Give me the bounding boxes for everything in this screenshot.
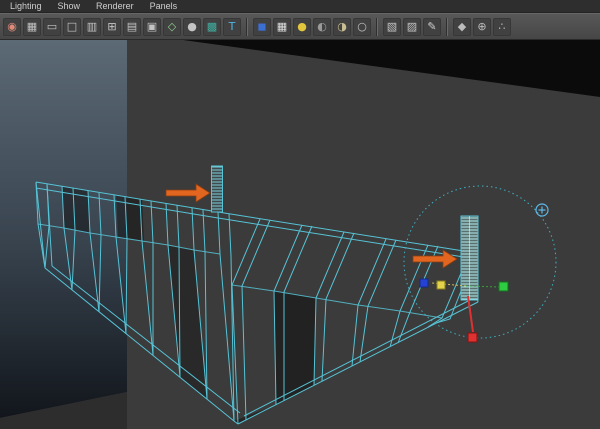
wireframe-icon[interactable]: ◇ <box>163 17 181 36</box>
safe-title-icon[interactable]: ▣ <box>143 17 161 36</box>
extruded-face-1[interactable] <box>211 165 223 213</box>
toolbar-separator <box>446 17 448 36</box>
axis-y-handle[interactable] <box>498 281 509 292</box>
grid-icon[interactable]: ▦ <box>23 17 41 36</box>
panel-toolbar: ◉ ▦ ▭ □ ▥ ⊞ ▤ ▣ ◇ ● ▩ T ◼ ▦ ● ◐ ◑ ○ ▧ ▨ ✎ ◆ ⊕ ∴ <box>0 13 600 40</box>
grease-pencil-icon[interactable]: ✎ <box>423 17 441 36</box>
render-globe-icon[interactable]: ⊕ <box>473 17 491 36</box>
shadows-icon[interactable]: ◐ <box>313 17 331 36</box>
scene-cube-icon[interactable]: ◆ <box>453 17 471 36</box>
toolbar-separator <box>376 17 378 36</box>
shaded-icon[interactable]: ● <box>183 17 201 36</box>
renderer-menu[interactable]: Renderer <box>90 0 140 13</box>
ambient-occlusion-icon[interactable]: ◑ <box>333 17 351 36</box>
gate-mask-icon[interactable]: ▥ <box>83 17 101 36</box>
resolution-gate-icon[interactable]: □ <box>63 17 81 36</box>
toolbar-separator <box>246 17 248 36</box>
panel-menu-bar: Lighting Show Renderer Panels <box>0 0 600 13</box>
select-camera-icon[interactable]: ◉ <box>3 17 21 36</box>
all-lights-icon[interactable]: ● <box>293 17 311 36</box>
viewport-scene <box>0 40 600 429</box>
panels-menu[interactable]: Panels <box>144 0 184 13</box>
viewport[interactable] <box>0 40 600 429</box>
center-handle[interactable] <box>436 280 446 290</box>
maya-viewport-panel: Lighting Show Renderer Panels ◉ ▦ ▭ □ ▥ ⊞ ▤ ▣ ◇ ● ▩ T ◼… <box>0 0 600 429</box>
checkerboard-icon[interactable]: ▦ <box>273 17 291 36</box>
xray-icon[interactable]: ▨ <box>403 17 421 36</box>
field-chart-icon[interactable]: ⊞ <box>103 17 121 36</box>
film-gate-icon[interactable]: ▭ <box>43 17 61 36</box>
axis-x-handle[interactable] <box>467 332 478 343</box>
hud-icon[interactable]: T <box>223 17 241 36</box>
motion-blur-icon[interactable]: ○ <box>353 17 371 36</box>
show-menu[interactable]: Show <box>52 0 87 13</box>
default-material-icon[interactable]: ◼ <box>253 17 271 36</box>
share-icon[interactable]: ∴ <box>493 17 511 36</box>
textured-icon[interactable]: ▩ <box>203 17 221 36</box>
lighting-menu[interactable]: Lighting <box>4 0 48 13</box>
left-wall-face <box>0 40 127 418</box>
axis-z-handle[interactable] <box>419 278 429 288</box>
isolate-select-icon[interactable]: ▧ <box>383 17 401 36</box>
safe-action-icon[interactable]: ▤ <box>123 17 141 36</box>
